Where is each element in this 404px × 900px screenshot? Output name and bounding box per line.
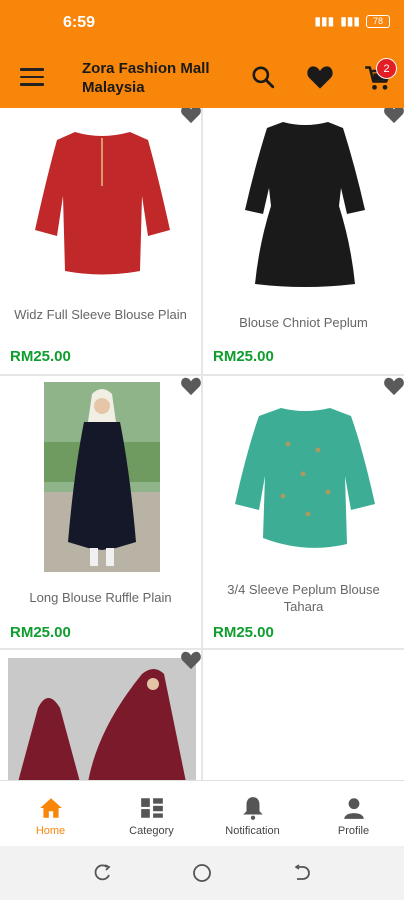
wishlist-heart-icon[interactable] bbox=[306, 64, 334, 90]
nav-category[interactable]: Category bbox=[101, 781, 202, 847]
app-title: Zora Fashion Mall Malaysia bbox=[82, 60, 210, 96]
home-icon bbox=[40, 798, 62, 818]
product-price: RM25.00 bbox=[10, 348, 71, 365]
product-name: Long Blouse Ruffle Plain bbox=[29, 590, 172, 605]
product-card[interactable]: Blouse Chniot Peplum RM25.00 bbox=[203, 108, 404, 374]
product-card[interactable]: Long Blouse Ruffle Plain RM25.00 bbox=[0, 376, 201, 648]
product-grid: Widz Full Sleeve Blouse Plain RM25.00 Bl… bbox=[0, 108, 404, 780]
menu-icon[interactable] bbox=[20, 68, 44, 86]
nav-label: Profile bbox=[337, 825, 370, 837]
nav-label: Home bbox=[35, 825, 66, 837]
signal-icon: ▮▮▮ bbox=[340, 14, 360, 28]
nav-notification[interactable]: Notification bbox=[202, 781, 303, 847]
nav-home[interactable]: Home bbox=[0, 781, 101, 847]
product-2-shape bbox=[245, 122, 365, 287]
cart-count-badge: 2 bbox=[376, 58, 397, 79]
bell-icon bbox=[243, 797, 263, 820]
product-price: RM25.00 bbox=[213, 624, 274, 641]
signal-icon: ▮▮▮ bbox=[314, 14, 335, 28]
recent-apps-icon[interactable] bbox=[93, 863, 113, 883]
back-icon[interactable] bbox=[291, 863, 311, 883]
favorite-heart-icon[interactable] bbox=[383, 376, 404, 396]
person-icon bbox=[344, 798, 364, 819]
status-time: 6:59 bbox=[63, 14, 96, 31]
product-name: Blouse Chniot Peplum bbox=[239, 315, 368, 330]
favorite-heart-icon[interactable] bbox=[180, 650, 202, 670]
product-card[interactable]: Widz Full Sleeve Blouse Plain RM25.00 bbox=[0, 108, 201, 374]
product-price: RM25.00 bbox=[10, 624, 71, 641]
nav-label: Category bbox=[129, 825, 174, 837]
product-price: RM25.00 bbox=[213, 348, 274, 365]
product-card[interactable] bbox=[0, 650, 201, 780]
favorite-heart-icon[interactable] bbox=[180, 108, 202, 124]
product-image bbox=[8, 658, 196, 780]
top-bar: 6:59 ▮▮▮ ▮▮▮ 78 Zora Fashion Mall Malays… bbox=[0, 0, 404, 108]
empty-card-slot bbox=[203, 650, 404, 780]
nav-label: Notification bbox=[225, 825, 280, 837]
category-icon bbox=[141, 798, 163, 818]
product-4-shape bbox=[235, 408, 375, 548]
favorite-heart-icon[interactable] bbox=[180, 376, 202, 396]
status-icons: ▮▮▮ ▮▮▮ 78 bbox=[314, 14, 390, 28]
product-image bbox=[235, 408, 375, 548]
search-icon[interactable] bbox=[250, 64, 276, 90]
app-bar: Zora Fashion Mall Malaysia 2 bbox=[0, 46, 404, 108]
status-bar: 6:59 ▮▮▮ ▮▮▮ 78 bbox=[0, 0, 404, 46]
product-image bbox=[245, 122, 365, 287]
nav-profile[interactable]: Profile bbox=[303, 781, 404, 847]
product-image bbox=[35, 132, 170, 275]
favorite-heart-icon[interactable] bbox=[383, 108, 404, 124]
product-card[interactable]: 3/4 Sleeve Peplum Blouse Tahara RM25.00 bbox=[203, 376, 404, 648]
product-image bbox=[44, 382, 160, 572]
system-navigation-bar bbox=[0, 846, 404, 900]
product-name: 3/4 Sleeve Peplum Blouse Tahara bbox=[227, 582, 380, 614]
home-circle-icon[interactable] bbox=[192, 863, 212, 883]
bottom-navigation: Home Category Notification Profile bbox=[0, 780, 404, 847]
product-name: Widz Full Sleeve Blouse Plain bbox=[14, 307, 187, 322]
battery-icon: 78 bbox=[366, 14, 390, 28]
